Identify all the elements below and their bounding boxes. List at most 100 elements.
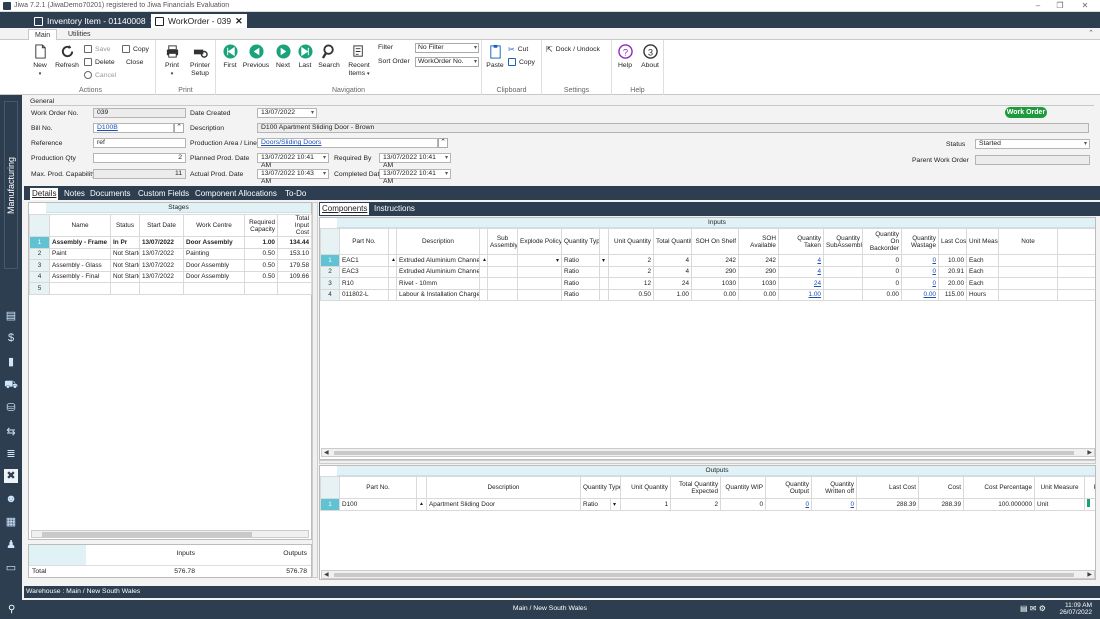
sort-order-dropdown[interactable]: WorkOrder No. <box>415 57 479 67</box>
col-cost-percentage[interactable]: Cost Percentage <box>963 476 1036 499</box>
col-description[interactable]: Description <box>426 476 581 499</box>
filter-dropdown[interactable]: No Filter <box>415 43 479 53</box>
close-button[interactable]: Close <box>122 57 143 67</box>
table-row[interactable]: 2 Paint Not Starte 13/07/2022 Painting 0… <box>29 247 312 260</box>
col-total-input-cost[interactable]: Total Input Cost <box>277 214 312 237</box>
stack-icon[interactable]: ≣ <box>4 447 18 461</box>
date-created-field[interactable]: 13/07/2022 <box>257 108 317 118</box>
tab-component-allocations[interactable]: Component Allocations <box>193 188 279 200</box>
monitor-icon[interactable]: ▭ <box>4 561 18 575</box>
status-dropdown[interactable]: Started <box>975 139 1090 149</box>
table-row[interactable]: 1 Assembly - Frame In Pr 13/07/2022 Door… <box>29 236 312 249</box>
col-note[interactable]: Note <box>998 228 1058 255</box>
calendar-icon[interactable]: ▦ <box>4 515 18 529</box>
doc-tab-inventory[interactable]: Inventory Item - 01140008 ✕ <box>30 14 161 28</box>
copy-button[interactable]: Copy <box>122 44 149 54</box>
col-quantity-subassembly[interactable]: Quantity SubAssembly <box>823 228 863 255</box>
close-window-icon[interactable]: ✕ <box>1075 1 1095 11</box>
cut-button[interactable]: ✂ Cut <box>508 44 528 54</box>
clipboard-copy-button[interactable]: Copy <box>508 57 535 67</box>
col-unit-measure[interactable]: Unit Measure <box>1034 476 1086 499</box>
production-area-lookup-icon[interactable]: ⌃ <box>438 138 448 148</box>
refresh-button[interactable]: Refresh <box>54 44 80 70</box>
actual-date-field[interactable]: 13/07/2022 10:43 AM <box>257 169 329 185</box>
tab-custom-fields[interactable]: Custom Fields <box>136 188 191 200</box>
outputs-h-scrollbar[interactable]: ◀ ▶ <box>321 570 1095 579</box>
col-name[interactable]: Name <box>49 214 111 237</box>
coins-icon[interactable]: ⛁ <box>4 401 18 415</box>
search-button[interactable]: Search <box>317 44 341 70</box>
splitter[interactable] <box>319 460 1096 464</box>
col-explode-policy[interactable]: Explode Policy <box>517 228 562 255</box>
bill-no-field[interactable]: D100B <box>93 123 174 133</box>
help-button[interactable]: ? Help <box>614 44 636 70</box>
col-quantity-type[interactable]: Quantity Type <box>561 228 600 255</box>
transfer-icon[interactable]: ⇆ <box>4 425 18 439</box>
stages-h-scrollbar[interactable] <box>31 530 309 538</box>
minimize-icon[interactable]: – <box>1028 1 1048 11</box>
table-row[interactable]: 4 Assembly - Final Not Starte 13/07/2022… <box>29 270 312 283</box>
cart-icon[interactable]: ⛟ <box>4 378 18 392</box>
table-row[interactable]: 2EAC3Extruded Aluminium Channel - 3mRati… <box>320 265 1095 278</box>
col-start-date[interactable]: Start Date <box>139 214 184 237</box>
col-last-cost[interactable]: Last Cost <box>856 476 920 499</box>
col-description[interactable]: Description <box>396 228 480 255</box>
table-row[interactable]: 1 D100 ▲ Apartment Sliding Door Ratio ▾ 1 2 0 0 0 2… <box>320 498 1095 511</box>
col-unit-measure[interactable]: Unit Measure <box>966 228 999 255</box>
tray-icons[interactable]: ▤ ✉ ⚙ <box>1020 604 1046 613</box>
col-part-no[interactable]: Part No. <box>339 476 417 499</box>
reference-field[interactable]: ref <box>93 138 186 148</box>
production-qty-field[interactable]: 2 <box>93 153 186 163</box>
collapse-ribbon-icon[interactable]: ⌃ <box>1088 29 1094 37</box>
tab-instructions[interactable]: Instructions <box>372 203 417 215</box>
splitter[interactable] <box>312 202 318 578</box>
tab-components[interactable]: Components <box>320 203 370 215</box>
table-row[interactable]: 1EAC1▲Extruded Aluminium Channel - 1m▲▾R… <box>320 254 1095 267</box>
previous-button[interactable]: Previous <box>242 44 270 70</box>
dollar-icon[interactable]: $ <box>4 331 18 345</box>
paste-button[interactable]: Paste <box>484 44 506 70</box>
user-settings-icon[interactable]: ♟ <box>4 538 18 552</box>
tab-documents[interactable]: Documents <box>88 188 132 200</box>
recent-items-button[interactable]: Recent Items ▾ <box>344 44 374 78</box>
table-row[interactable]: 4 011802-L Labour & Installation Charges Ra… <box>320 288 1095 301</box>
table-row[interactable]: 3 Assembly - Glass Not Starte 13/07/2022… <box>29 259 312 272</box>
col-required-capacity[interactable]: Required Capacity <box>244 214 278 237</box>
delete-button[interactable]: Delete <box>84 57 115 67</box>
bill-no-lookup-icon[interactable]: ⌃ <box>174 123 184 133</box>
table-row[interactable]: 5 <box>29 282 312 295</box>
inputs-h-scrollbar[interactable]: ◀ ▶ <box>321 448 1095 457</box>
required-by-field[interactable]: 13/07/2022 10:41 AM <box>379 153 451 169</box>
production-area-field[interactable]: Doors/Sliding Doors <box>257 138 438 148</box>
ribbon-tab-utilities[interactable]: Utilities <box>62 29 97 40</box>
col-quantity-written-off[interactable]: Quantity Written off <box>811 476 858 499</box>
col-quantity-wastage[interactable]: Quantity Wastage <box>901 228 939 255</box>
last-button[interactable]: Last <box>295 44 315 70</box>
col-soh-on-shelf[interactable]: SOH On Shelf <box>691 228 739 255</box>
restore-icon[interactable]: ❐ <box>1050 1 1070 11</box>
col-total-quantity-expected[interactable]: Total Quantity Expected <box>670 476 722 499</box>
col-total-quantity[interactable]: Total Quantity <box>653 228 692 255</box>
col-unit-quantity[interactable]: Unit Quantity <box>620 476 672 499</box>
tab-to-do[interactable]: To-Do <box>283 188 308 200</box>
printer-setup-button[interactable]: Printer Setup <box>186 44 214 78</box>
col-quantity-on-backorder[interactable]: Quantity On Backorder <box>862 228 902 255</box>
work-order-no-field[interactable]: 039 <box>93 108 186 118</box>
col-soh-available[interactable]: SOH Available <box>738 228 779 255</box>
col-last-cost[interactable]: Last Cost <box>938 228 967 255</box>
tab-details[interactable]: Details <box>30 188 59 200</box>
col-quantity-taken[interactable]: Quantity Taken <box>778 228 824 255</box>
planned-date-field[interactable]: 13/07/2022 10:41 AM <box>257 153 329 169</box>
next-button[interactable]: Next <box>273 44 293 70</box>
bar-chart-icon[interactable]: ▮ <box>4 355 18 369</box>
tab-notes[interactable]: Notes <box>62 188 87 200</box>
cancel-button[interactable]: Cancel <box>84 70 116 80</box>
dock-undock-button[interactable]: ⇱ Dock / Undock <box>546 44 600 54</box>
col-pri[interactable]: Pri <box>1084 476 1095 499</box>
col-work-centre[interactable]: Work Centre <box>183 214 245 237</box>
doc-tab-workorder[interactable]: WorkOrder - 039 ✕ <box>151 14 247 28</box>
description-field[interactable]: D100 Apartment Sliding Door - Brown <box>257 123 1089 133</box>
save-button[interactable]: Save <box>84 44 111 54</box>
table-row[interactable]: 3 R10 Rivet - 10mm Ratio 12 24 1030 1030 24 0 0 20.… <box>320 277 1095 290</box>
new-button[interactable]: New ▾ <box>30 44 50 78</box>
